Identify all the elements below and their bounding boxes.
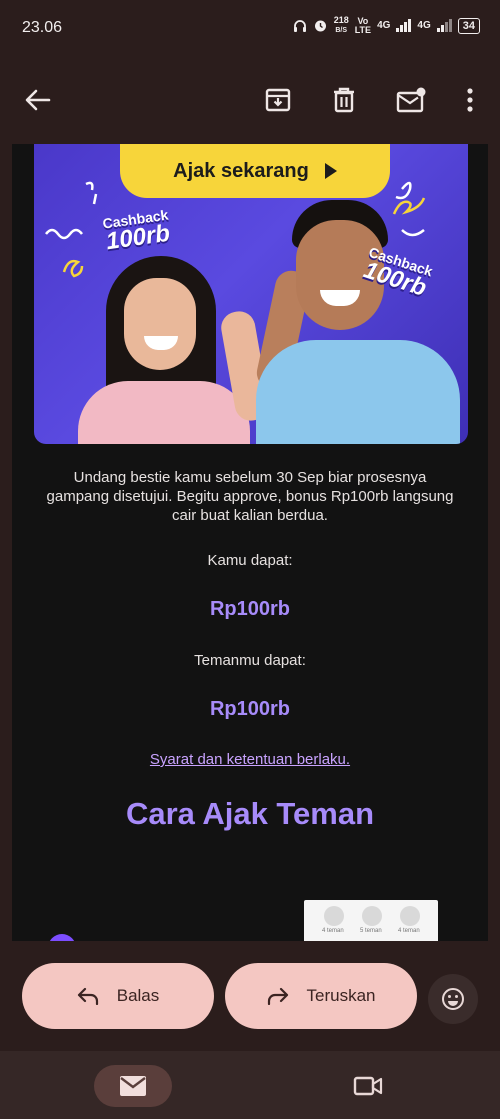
- step-icon: [400, 906, 420, 926]
- steps-preview-image: 4 teman 5 teman 4 teman: [304, 900, 438, 941]
- email-toolbar: [0, 60, 500, 140]
- battery-level: 34: [462, 19, 475, 32]
- you-get-amount: Rp100rb: [209, 598, 291, 620]
- invite-description: Undang bestie kamu sebelum 30 Sep biar p…: [46, 469, 454, 524]
- reply-action-bar: Balas Teruskan: [0, 941, 500, 1051]
- bottom-navigation: [0, 1051, 500, 1119]
- invite-now-button[interactable]: Ajak sekarang: [120, 144, 390, 198]
- trash-icon: [334, 87, 354, 113]
- step-label-1: 4 teman: [322, 928, 344, 934]
- forward-button[interactable]: Teruskan: [225, 963, 417, 1029]
- you-get-label: Kamu dapat:: [207, 552, 293, 569]
- more-options-button[interactable]: [450, 80, 490, 120]
- status-time: 23.06: [22, 19, 63, 36]
- emoji-reaction-button[interactable]: [428, 974, 478, 1024]
- volte-bottom: LTE: [354, 24, 372, 35]
- network-label-1: 4G: [377, 20, 391, 31]
- status-icons: 218 B/S Vo LTE 4G 4G 34: [293, 16, 480, 35]
- back-button[interactable]: [18, 80, 58, 120]
- terms-link[interactable]: Syarat dan ketentuan berlaku.: [12, 751, 488, 768]
- archive-button[interactable]: [258, 80, 298, 120]
- mark-unread-button[interactable]: [391, 80, 431, 120]
- forward-icon: [267, 987, 288, 1005]
- headphones-icon: [293, 19, 306, 32]
- emoji-smile-icon: [442, 988, 464, 1010]
- more-vertical-icon: [467, 88, 473, 112]
- email-body: Cashback 100rb Cashback 100rb Ajak sekar…: [12, 144, 488, 941]
- network-label-2: 4G: [417, 20, 431, 31]
- nav-meet-tab[interactable]: [348, 1071, 388, 1101]
- forward-label: Teruskan: [306, 986, 376, 1005]
- net-speed-value: 218: [333, 15, 349, 25]
- section-heading: Cara Ajak Teman: [125, 796, 375, 831]
- status-bar: 23.06 218 B/S Vo LTE 4G 4G 34: [0, 0, 500, 56]
- reply-label: Balas: [116, 986, 160, 1005]
- step-icon: [362, 906, 382, 926]
- cashback-badge-left: Cashback 100rb: [102, 207, 173, 256]
- mail-unread-icon: [396, 87, 426, 113]
- step-label-2: 5 teman: [360, 928, 382, 934]
- alarm-icon: [314, 20, 326, 32]
- mail-icon: [120, 1076, 146, 1096]
- nav-mail-tab[interactable]: [94, 1065, 172, 1107]
- friend-get-amount: Rp100rb: [209, 698, 291, 720]
- man-photo: [240, 200, 460, 444]
- net-speed: 218 B/S: [334, 16, 349, 35]
- woman-photo: [78, 256, 272, 444]
- promo-banner: Cashback 100rb Cashback 100rb Ajak sekar…: [34, 144, 468, 444]
- archive-icon: [265, 88, 291, 112]
- step-label-3: 4 teman: [398, 928, 420, 934]
- delete-button[interactable]: [324, 80, 364, 120]
- invite-now-label: Ajak sekarang: [173, 159, 309, 182]
- signal-icon-2: [436, 19, 452, 32]
- avatar: [48, 934, 76, 941]
- play-arrow-icon: [324, 163, 337, 179]
- friend-get-label: Temanmu dapat:: [194, 652, 306, 669]
- volte-indicator: Vo LTE: [354, 16, 372, 35]
- battery-indicator: 34: [457, 17, 480, 34]
- reply-icon: [77, 987, 98, 1005]
- arrow-left-icon: [25, 89, 51, 111]
- signal-icon-1: [396, 19, 412, 32]
- video-camera-icon: [353, 1076, 383, 1096]
- net-speed-unit: B/S: [335, 27, 348, 34]
- step-icon: [324, 906, 344, 926]
- reply-button[interactable]: Balas: [22, 963, 214, 1029]
